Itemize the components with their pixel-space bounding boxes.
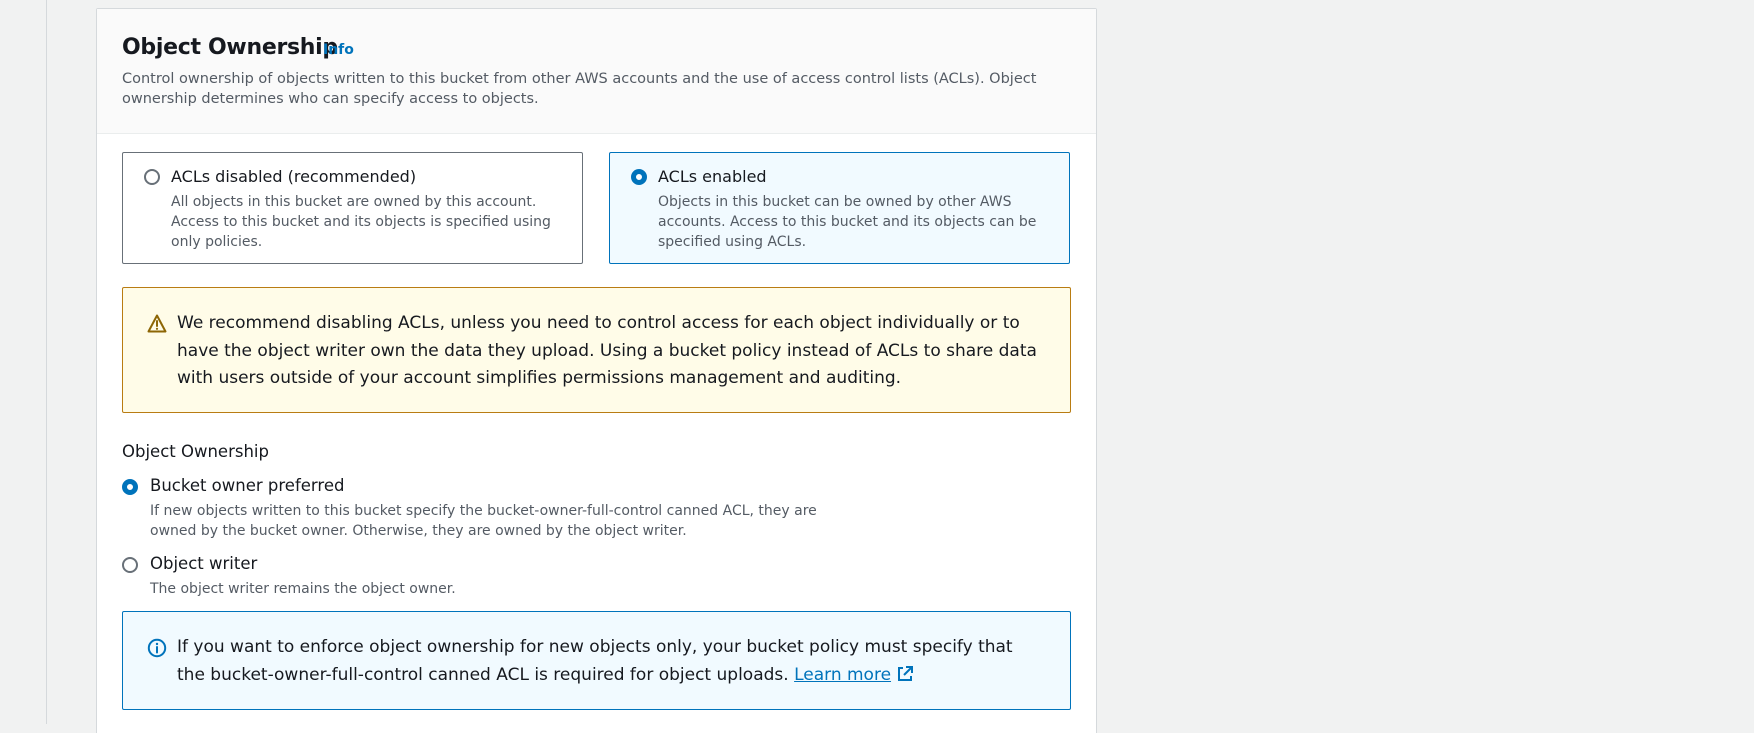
bucket-owner-preferred-label: Bucket owner preferred	[150, 476, 345, 495]
panel-header: Object Ownership Info Control ownership …	[97, 9, 1096, 134]
enforce-ownership-info-alert: If you want to enforce object ownership …	[122, 611, 1071, 710]
acls-enabled-description: Objects in this bucket can be owned by o…	[658, 194, 1037, 250]
warning-text: We recommend disabling ACLs, unless you …	[177, 313, 1037, 388]
acls-enabled-radio[interactable]	[631, 169, 647, 185]
acls-disabled-tile[interactable]: ACLs disabled (recommended) All objects …	[122, 152, 583, 264]
acls-disabled-description: All objects in this bucket are owned by …	[171, 194, 551, 250]
left-navigation-rail	[0, 0, 47, 724]
acl-warning-alert: We recommend disabling ACLs, unless you …	[122, 287, 1071, 413]
section-description: Control ownership of objects written to …	[122, 71, 1037, 107]
warning-icon	[147, 314, 167, 333]
external-link-icon[interactable]	[896, 665, 914, 683]
info-link[interactable]: Info	[323, 42, 354, 58]
info-icon	[147, 638, 167, 658]
acls-disabled-label: ACLs disabled (recommended)	[171, 167, 417, 186]
bucket-owner-preferred-radio[interactable]	[122, 479, 138, 495]
acls-enabled-label: ACLs enabled	[658, 167, 767, 186]
object-writer-description: The object writer remains the object own…	[150, 581, 456, 597]
object-ownership-panel: Object Ownership Info Control ownership …	[96, 8, 1097, 733]
section-title: Object Ownership	[122, 35, 338, 60]
acls-enabled-tile[interactable]: ACLs enabled Objects in this bucket can …	[609, 152, 1070, 264]
object-ownership-label: Object Ownership	[122, 442, 269, 461]
info-alert-text: If you want to enforce object ownership …	[177, 634, 1037, 689]
object-writer-label: Object writer	[150, 554, 258, 573]
acls-disabled-radio[interactable]	[144, 169, 160, 185]
learn-more-link[interactable]: Learn more	[794, 665, 891, 685]
bucket-owner-preferred-description: If new objects written to this bucket sp…	[150, 503, 817, 539]
object-writer-radio[interactable]	[122, 557, 138, 573]
